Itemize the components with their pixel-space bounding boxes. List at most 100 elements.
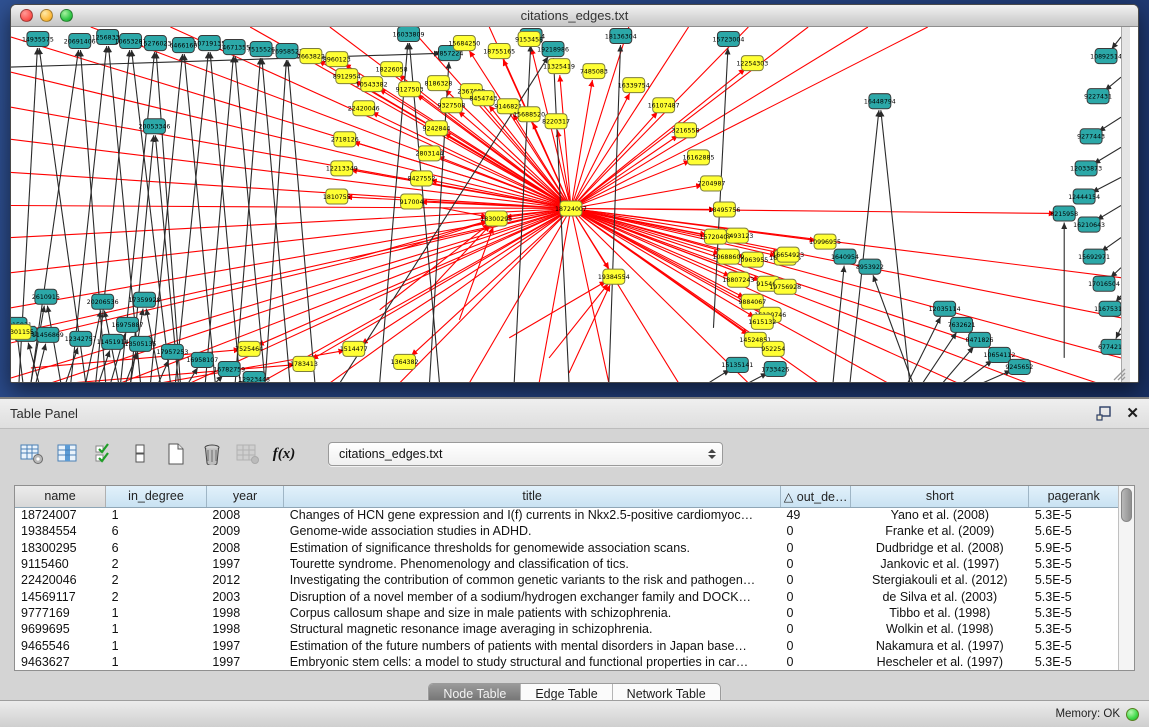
svg-text:16448794: 16448794 (864, 98, 896, 105)
svg-text:1640954: 1640954 (831, 254, 859, 261)
svg-text:18755165: 18755165 (483, 48, 515, 55)
column-header-out_de[interactable]: △ out_de… (780, 486, 850, 507)
svg-text:9227431: 9227431 (1084, 93, 1112, 100)
combobox-value: citations_edges.txt (339, 447, 708, 461)
column-header-short[interactable]: short (851, 486, 1029, 507)
svg-text:12254303: 12254303 (736, 60, 768, 67)
column-header-name[interactable]: name (15, 486, 106, 507)
table-toolbar: f(x) citations_edges.txt (0, 429, 1149, 479)
close-window-button[interactable] (20, 9, 33, 22)
svg-text:12213349: 12213349 (326, 166, 358, 173)
svg-text:3216558: 3216558 (672, 128, 700, 135)
svg-text:8471826: 8471826 (966, 337, 994, 344)
window-titlebar[interactable]: citations_edges.txt (11, 5, 1138, 27)
svg-text:12923448: 12923448 (238, 376, 270, 383)
table-row[interactable]: 1456911722003Disruption of a novel membe… (15, 588, 1118, 604)
svg-text:13505135: 13505135 (125, 341, 157, 348)
svg-text:8912954: 8912954 (333, 73, 361, 80)
svg-text:9127503: 9127503 (396, 86, 424, 93)
table-row[interactable]: 1830029562008Estimation of significance … (15, 540, 1118, 556)
svg-text:15692971: 15692971 (1078, 254, 1110, 261)
resize-grip-icon[interactable] (1112, 367, 1126, 381)
svg-text:8960123: 8960123 (323, 56, 351, 63)
select-column-icon[interactable] (54, 441, 82, 467)
merge-cells-icon[interactable] (126, 441, 154, 467)
svg-text:12342757: 12342757 (65, 336, 97, 343)
zoom-window-button[interactable] (60, 9, 73, 22)
svg-text:18495756: 18495756 (708, 207, 740, 214)
svg-text:1810755: 1810755 (323, 194, 351, 201)
table-panel: Table Panel ✕ f(x) citations_edges.txt na… (0, 397, 1149, 700)
svg-text:2610915: 2610915 (32, 294, 60, 301)
svg-text:16339754: 16339754 (618, 82, 650, 89)
svg-text:2718126: 2718126 (331, 137, 359, 144)
svg-text:1301155: 1301155 (11, 329, 34, 336)
table-row[interactable]: 946362711997Embryonic stem cells: a mode… (15, 654, 1118, 670)
svg-text:15723004: 15723004 (712, 36, 744, 43)
svg-text:16782759: 16782759 (213, 366, 245, 373)
svg-text:12033873: 12033873 (1070, 166, 1102, 173)
combobox-arrows-icon (708, 449, 716, 459)
column-header-title[interactable]: title (284, 486, 781, 507)
node-table: namein_degreeyeartitle△ out_de…shortpage… (14, 485, 1135, 671)
function-icon[interactable]: f(x) (270, 441, 298, 467)
table-row[interactable]: 946554611997Estimation of the future num… (15, 637, 1118, 653)
close-panel-icon[interactable]: ✕ (1126, 406, 1139, 421)
network-view[interactable]: 1493557520691406125683391065328715276023… (11, 27, 1138, 383)
column-header-year[interactable]: year (206, 486, 283, 507)
delete-icon[interactable] (198, 441, 226, 467)
svg-text:9242844: 9242844 (423, 126, 451, 133)
svg-text:10543382: 10543382 (356, 81, 388, 88)
table-settings-icon[interactable] (18, 441, 46, 467)
svg-text:14671355: 14671355 (218, 44, 250, 51)
svg-text:16975887: 16975887 (112, 322, 144, 329)
column-header-pagerank[interactable]: pagerank (1029, 486, 1118, 507)
svg-text:1733426: 1733426 (761, 366, 789, 373)
network-window[interactable]: citations_edges.txt 14935575206914061256… (10, 4, 1139, 383)
svg-text:8953922: 8953922 (856, 264, 884, 271)
select-rows-icon[interactable] (90, 441, 118, 467)
network-canvas[interactable]: 1493557520691406125683391065328715276023… (11, 27, 1121, 383)
svg-text:20053346: 20053346 (139, 124, 171, 131)
desktop: citations_edges.txt 14935575206914061256… (0, 0, 1149, 397)
svg-text:9245652: 9245652 (1005, 364, 1033, 371)
svg-text:7204987: 7204987 (698, 181, 726, 188)
svg-text:952254: 952254 (761, 346, 785, 353)
new-file-icon[interactable] (162, 441, 190, 467)
svg-text:18136304: 18136304 (605, 33, 637, 40)
table-panel-title: Table Panel (10, 406, 78, 421)
svg-text:19756928: 19756928 (769, 284, 801, 291)
svg-text:7525464: 7525464 (235, 346, 263, 353)
minimize-window-button[interactable] (40, 9, 53, 22)
svg-text:15720407: 15720407 (700, 234, 732, 241)
memory-ok-indicator[interactable] (1126, 708, 1139, 721)
table-row[interactable]: 1872400712008Changes of HCN gene express… (15, 507, 1118, 523)
import-table-icon (234, 441, 262, 467)
float-window-icon[interactable] (1096, 406, 1112, 421)
svg-text:7857224: 7857224 (435, 50, 463, 57)
svg-text:11675315: 11675315 (1094, 306, 1121, 313)
window-scrollbar[interactable] (1121, 27, 1130, 383)
table-row[interactable]: 1938455462009Genome-wide association stu… (15, 523, 1118, 539)
svg-text:17016504: 17016504 (1088, 281, 1120, 288)
column-header-in_degree[interactable]: in_degree (106, 486, 207, 507)
svg-text:9884067: 9884067 (738, 299, 766, 306)
svg-text:9327508: 9327508 (437, 103, 465, 110)
table-selector-combobox[interactable]: citations_edges.txt (328, 442, 723, 466)
svg-text:11325419: 11325419 (543, 63, 575, 70)
svg-text:1783413: 1783413 (290, 361, 318, 368)
svg-text:1615132: 1615132 (748, 319, 776, 326)
svg-text:14935575: 14935575 (22, 36, 54, 43)
table-scrollbar[interactable] (1118, 486, 1134, 670)
table-row[interactable]: 977716911998Corpus callosum shape and si… (15, 605, 1118, 621)
scrollbar-thumb[interactable] (1121, 488, 1132, 522)
svg-text:9153458: 9153458 (515, 36, 543, 43)
svg-text:8454743: 8454743 (469, 95, 497, 102)
table-panel-header: Table Panel ✕ (0, 399, 1149, 429)
svg-text:10892514: 10892514 (1090, 53, 1121, 60)
table-row[interactable]: 2242004622012Investigating the contribut… (15, 572, 1118, 588)
table-row[interactable]: 969969511998Structural magnetic resonanc… (15, 621, 1118, 637)
svg-text:8215958: 8215958 (1050, 211, 1078, 218)
svg-text:20206536: 20206536 (87, 299, 119, 306)
table-row[interactable]: 911546021997Tourette syndrome. Phenomeno… (15, 556, 1118, 572)
